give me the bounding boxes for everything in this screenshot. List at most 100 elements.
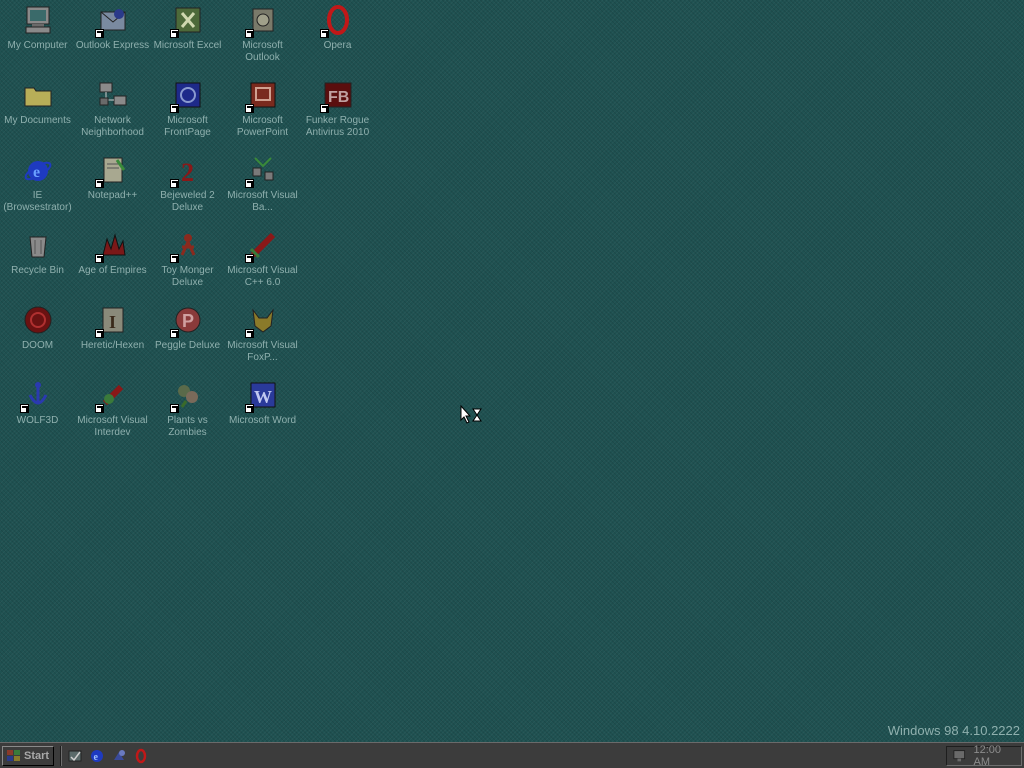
desktop-icon-plants-vs-zombies[interactable]: Plants vs Zombies [150, 375, 225, 450]
shortcut-arrow-icon [244, 329, 254, 338]
desktop-icon-outlook-express[interactable]: Outlook Express [75, 0, 150, 75]
desktop-icon-bejeweled[interactable]: 2 Bejeweled 2 Deluxe [150, 150, 225, 225]
icon-label: Microsoft PowerPoint [236, 115, 289, 138]
shortcut-arrow-icon [244, 104, 254, 113]
desktop-icon-word[interactable]: W Microsoft Word [225, 375, 300, 450]
internet-explorer-icon: e [22, 154, 54, 186]
icon-label: Toy Monger Deluxe [161, 265, 214, 288]
desktop-icon-my-computer[interactable]: My Computer [0, 0, 75, 75]
shortcut-arrow-icon [319, 104, 329, 113]
visual-cpp-icon [244, 229, 279, 263]
desktop-icon-visual-foxpro[interactable]: Microsoft Visual FoxP... [225, 300, 300, 375]
visual-basic-icon [244, 154, 279, 188]
desktop-icon-visual-cpp[interactable]: Microsoft Visual C++ 6.0 [225, 225, 300, 300]
shortcut-arrow-icon [169, 404, 179, 413]
network-icon [97, 79, 129, 111]
shortcut-arrow-icon [94, 29, 104, 38]
icon-label: Microsoft Visual Interdev [77, 415, 148, 438]
desktop-icon-recycle-bin[interactable]: Recycle Bin [0, 225, 75, 300]
outlook-express-icon[interactable] [111, 748, 127, 764]
system-tray: 12:00 AM [946, 744, 1022, 768]
visual-interdev-icon [94, 379, 129, 413]
clock[interactable]: 12:00 AM [974, 744, 1016, 768]
desktop-icon-peggle[interactable]: P Peggle Deluxe [150, 300, 225, 375]
icon-label: Microsoft FrontPage [164, 115, 211, 138]
icon-label: Bejeweled 2 Deluxe [160, 190, 215, 213]
desktop-icon-opera[interactable]: Opera [300, 0, 375, 75]
icon-label: Microsoft Excel [153, 40, 222, 51]
icon-label: Microsoft Outlook [242, 40, 283, 63]
svg-text:2: 2 [181, 158, 194, 186]
opera-icon [319, 4, 354, 38]
icon-label: Microsoft Word [228, 415, 297, 426]
doom-icon [22, 304, 54, 336]
quick-launch: e [67, 748, 149, 764]
desktop-icon-visual-interdev[interactable]: Microsoft Visual Interdev [75, 375, 150, 450]
age-of-empires-icon [94, 229, 129, 263]
my-documents-icon [22, 79, 54, 111]
desktop-icon-toy-monger[interactable]: Toy Monger Deluxe [150, 225, 225, 300]
icon-label: Notepad++ [87, 190, 138, 201]
icon-label: Plants vs Zombies [167, 415, 208, 438]
windows-version-text: Windows 98 4.10.2222 [887, 723, 1020, 738]
antivirus-icon: FB [319, 79, 354, 113]
desktop-icon-powerpoint[interactable]: Microsoft PowerPoint [225, 75, 300, 150]
desktop-icon-doom[interactable]: DOOM [0, 300, 75, 375]
icon-label: Opera [323, 40, 352, 51]
shortcut-arrow-icon [244, 29, 254, 38]
shortcut-arrow-icon [169, 29, 179, 38]
svg-text:e: e [94, 752, 99, 763]
desktop-icon-my-documents[interactable]: My Documents [0, 75, 75, 150]
desktop-icon-frontpage[interactable]: Microsoft FrontPage [150, 75, 225, 150]
icon-label: WOLF3D [16, 415, 59, 426]
icon-label: Funker Rogue Antivirus 2010 [305, 115, 370, 138]
icon-label: Microsoft Visual FoxP... [227, 340, 298, 363]
peggle-icon: P [169, 304, 204, 338]
wolf3d-icon [19, 379, 54, 413]
icon-label: Age of Empires [78, 265, 147, 276]
desktop[interactable]: My Computer Outlook Express Microsoft Ex… [0, 0, 1024, 742]
shortcut-arrow-icon [169, 179, 179, 188]
desktop-icon-outlook[interactable]: Microsoft Outlook [225, 0, 300, 75]
opera-icon[interactable] [133, 748, 149, 764]
desktop-icon-antivirus[interactable]: FB Funker Rogue Antivirus 2010 [300, 75, 375, 150]
plants-vs-zombies-icon [169, 379, 204, 413]
shortcut-arrow-icon [94, 404, 104, 413]
internet-explorer-icon[interactable]: e [89, 748, 105, 764]
shortcut-arrow-icon [94, 179, 104, 188]
desktop-icon-notepad[interactable]: Notepad++ [75, 150, 150, 225]
word-icon: W [244, 379, 279, 413]
icon-label: My Documents [4, 115, 71, 126]
svg-text:P: P [182, 311, 194, 331]
desktop-icon-wolf3d[interactable]: WOLF3D [0, 375, 75, 450]
shortcut-arrow-icon [244, 254, 254, 263]
icon-label: Microsoft Visual Ba... [227, 190, 298, 213]
toy-monger-icon [169, 229, 204, 263]
notepad-icon [94, 154, 129, 188]
recycle-bin-icon [22, 229, 54, 261]
windows-logo-icon [7, 749, 20, 761]
bejeweled-icon: 2 [169, 154, 204, 188]
shortcut-arrow-icon [94, 254, 104, 263]
desktop-icon-age-of-empires[interactable]: Age of Empires [75, 225, 150, 300]
desktop-icon-network[interactable]: Network Neighborhood [75, 75, 150, 150]
icon-label: DOOM [21, 340, 54, 351]
desktop-icon-excel[interactable]: Microsoft Excel [150, 0, 225, 75]
outlook-icon [244, 4, 279, 38]
icon-label: My Computer [7, 40, 68, 51]
frontpage-icon [169, 79, 204, 113]
monitor-icon[interactable] [953, 749, 966, 763]
desktop-icon-internet-explorer[interactable]: e IE (Browsestrator) [0, 150, 75, 225]
taskbar-separator [60, 745, 63, 766]
svg-text:I: I [109, 312, 116, 332]
visual-foxpro-icon [244, 304, 279, 338]
show-desktop-icon[interactable] [67, 748, 83, 764]
desktop-icon-grid: My Computer Outlook Express Microsoft Ex… [0, 0, 300, 450]
excel-icon [169, 4, 204, 38]
icon-label: IE (Browsestrator) [3, 190, 72, 213]
shortcut-arrow-icon [169, 104, 179, 113]
icon-label: Microsoft Visual C++ 6.0 [227, 265, 298, 288]
start-button[interactable]: Start [2, 745, 55, 766]
desktop-icon-visual-basic[interactable]: Microsoft Visual Ba... [225, 150, 300, 225]
desktop-icon-heretic[interactable]: I Heretic/Hexen [75, 300, 150, 375]
